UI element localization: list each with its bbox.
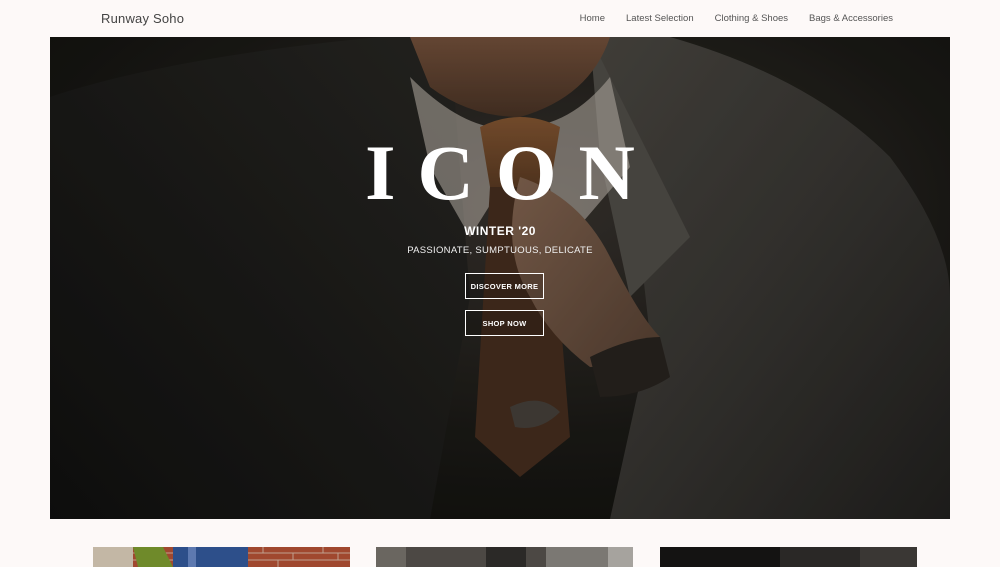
collection-card-2[interactable] bbox=[376, 547, 633, 567]
collection-card-1[interactable] bbox=[93, 547, 350, 567]
hero-title: ICON bbox=[365, 129, 657, 216]
nav-item-clothing-shoes[interactable]: Clothing & Shoes bbox=[715, 13, 788, 24]
collection-card-3[interactable] bbox=[660, 547, 917, 567]
nav-item-latest-selection[interactable]: Latest Selection bbox=[626, 13, 694, 24]
page: Runway Soho Home Latest Selection Clothi… bbox=[0, 0, 1000, 567]
hero-content: ICON WINTER '20 PASSIONATE, SUMPTUOUS, D… bbox=[50, 37, 950, 519]
brand-logo-link[interactable]: Runway Soho bbox=[101, 11, 184, 26]
discover-more-button[interactable]: DISCOVER MORE bbox=[465, 273, 544, 299]
collection-card-1-photo bbox=[93, 547, 350, 567]
main-nav: Home Latest Selection Clothing & Shoes B… bbox=[580, 13, 893, 24]
nav-item-home[interactable]: Home bbox=[580, 13, 605, 24]
collection-card-3-photo bbox=[660, 547, 917, 567]
hero-banner: ICON WINTER '20 PASSIONATE, SUMPTUOUS, D… bbox=[50, 37, 950, 519]
shop-now-button[interactable]: SHOP NOW bbox=[465, 310, 544, 336]
hero-season-label: WINTER '20 bbox=[464, 224, 536, 238]
hero-tagline: PASSIONATE, SUMPTUOUS, DELICATE bbox=[407, 245, 593, 256]
nav-item-bags-accessories[interactable]: Bags & Accessories bbox=[809, 13, 893, 24]
collection-card-2-photo bbox=[376, 547, 633, 567]
site-header: Runway Soho Home Latest Selection Clothi… bbox=[0, 0, 1000, 37]
